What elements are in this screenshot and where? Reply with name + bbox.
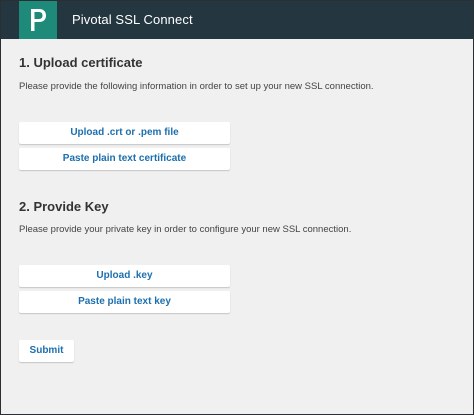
paste-plain-text-certificate-button[interactable]: Paste plain text certificate xyxy=(19,148,230,170)
logo-letter-p-glyph xyxy=(31,9,46,31)
app-title: Pivotal SSL Connect xyxy=(72,12,193,27)
paste-plain-text-key-button[interactable]: Paste plain text key xyxy=(19,291,230,313)
app-window: Pivotal SSL Connect 1. Upload certificat… xyxy=(0,0,474,415)
upload-key-button[interactable]: Upload .key xyxy=(19,265,230,287)
pivotal-logo-icon xyxy=(19,1,57,39)
submit-button[interactable]: Submit xyxy=(19,340,74,362)
app-header: Pivotal SSL Connect xyxy=(1,1,473,39)
upload-certificate-heading: 1. Upload certificate xyxy=(19,55,143,70)
upload-certificate-description: Please provide the following information… xyxy=(19,81,374,92)
upload-crt-pem-file-button[interactable]: Upload .crt or .pem file xyxy=(19,122,230,144)
provide-key-description: Please provide your private key in order… xyxy=(19,224,352,235)
provide-key-heading: 2. Provide Key xyxy=(19,199,109,214)
